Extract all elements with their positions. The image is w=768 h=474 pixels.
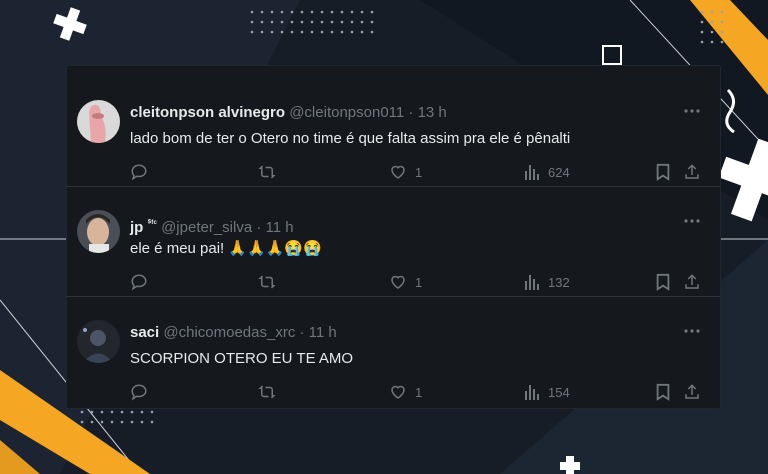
reply-button[interactable] (130, 162, 148, 182)
views-icon (525, 275, 539, 290)
author-handle[interactable]: @cleitonpson011 (289, 104, 404, 121)
share-icon (685, 384, 699, 399)
tweet-text: lado bom de ter o Otero no time é que fa… (130, 130, 571, 147)
separator: · (408, 104, 414, 121)
bookmark-button[interactable] (655, 162, 671, 182)
views-icon (525, 385, 539, 400)
author-badge: ᔆᶠᶜ (147, 218, 157, 228)
views-button[interactable]: 154 (524, 382, 570, 402)
like-icon (391, 275, 405, 289)
retweet-button[interactable] (257, 272, 277, 292)
tweet-text: SCORPION OTERO EU TE AMO (130, 350, 354, 367)
retweet-icon (258, 275, 276, 289)
author-name[interactable]: jp (130, 219, 143, 236)
reply-button[interactable] (130, 272, 148, 292)
views-icon (525, 165, 539, 180)
like-button[interactable]: 1 (389, 162, 422, 182)
reply-icon (131, 164, 147, 181)
like-count: 1 (415, 384, 423, 400)
more-icon[interactable] (682, 104, 702, 118)
author-name[interactable]: cleitonpson alvinegro (130, 104, 285, 121)
timestamp[interactable]: 11 h (309, 324, 337, 341)
more-icon[interactable] (682, 324, 702, 338)
share-button[interactable] (683, 382, 701, 402)
tweet-header: cleitonpson alvinegro @cleitonpson011 · … (130, 104, 447, 122)
avatar[interactable] (77, 320, 120, 363)
separator: · (299, 324, 305, 341)
tweet-text: ele é meu pai! 🙏🙏🙏😭😭 (130, 240, 322, 257)
like-count: 1 (415, 274, 423, 290)
more-icon[interactable] (682, 214, 702, 228)
tweet-header: saci @chicomoedas_xrc · 11 h (130, 324, 337, 342)
like-icon (391, 385, 405, 399)
author-handle[interactable]: @chicomoedas_xrc (163, 324, 295, 341)
retweet-icon (258, 165, 276, 179)
reply-icon (131, 384, 147, 401)
reply-icon (131, 274, 147, 291)
author-handle[interactable]: @jpeter_silva (161, 219, 252, 236)
views-button[interactable]: 624 (524, 162, 570, 182)
share-button[interactable] (683, 162, 701, 182)
avatar[interactable] (77, 210, 120, 253)
like-button[interactable]: 1 (389, 382, 422, 402)
tweet-header: jp ᔆᶠᶜ @jpeter_silva · 11 h (130, 214, 294, 237)
separator: · (256, 219, 262, 236)
bookmark-button[interactable] (655, 382, 671, 402)
timestamp[interactable]: 13 h (418, 104, 447, 121)
view-count: 624 (548, 164, 570, 180)
retweet-button[interactable] (257, 382, 277, 402)
tweet-replies-panel: cleitonpson alvinegro @cleitonpson011 · … (67, 66, 720, 408)
tweet-item[interactable]: cleitonpson alvinegro @cleitonpson011 · … (67, 76, 720, 187)
reply-button[interactable] (130, 382, 148, 402)
tweet-actions: 1 624 (130, 162, 705, 184)
view-count: 132 (548, 274, 570, 290)
bookmark-icon (656, 273, 670, 291)
bookmark-button[interactable] (655, 272, 671, 292)
share-icon (685, 274, 699, 289)
avatar[interactable] (77, 100, 120, 143)
author-name[interactable]: saci (130, 324, 159, 341)
tweet-item[interactable]: saci @chicomoedas_xrc · 11 h SCORPION OT… (67, 296, 720, 406)
retweet-icon (258, 385, 276, 399)
views-button[interactable]: 132 (524, 272, 570, 292)
timestamp[interactable]: 11 h (266, 219, 294, 236)
bookmark-icon (656, 163, 670, 181)
share-button[interactable] (683, 272, 701, 292)
like-icon (391, 165, 405, 179)
tweet-item[interactable]: jp ᔆᶠᶜ @jpeter_silva · 11 h ele é meu pa… (67, 186, 720, 297)
view-count: 154 (548, 384, 570, 400)
like-count: 1 (415, 164, 423, 180)
share-icon (685, 164, 699, 179)
tweet-actions: 1 132 (130, 272, 705, 294)
tweet-actions: 1 154 (130, 382, 705, 404)
retweet-button[interactable] (257, 162, 277, 182)
bookmark-icon (656, 383, 670, 401)
like-button[interactable]: 1 (389, 272, 422, 292)
